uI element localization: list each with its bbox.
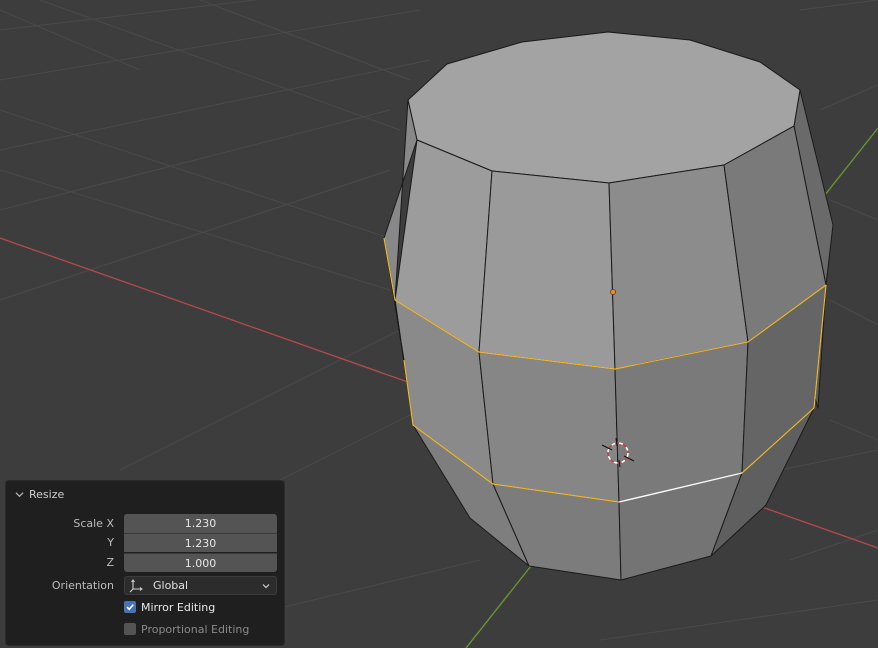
scale-z-field[interactable]: 1.000 [124, 553, 277, 572]
mirror-editing-label: Mirror Editing [141, 600, 216, 614]
scale-y-label: Y [107, 536, 114, 549]
checkbox-checked-icon[interactable] [124, 601, 136, 613]
object-origin-icon [610, 289, 616, 295]
orientation-label: Orientation [51, 579, 114, 592]
orientation-axes-icon [129, 578, 143, 592]
chevron-down-icon [262, 583, 270, 588]
orientation-dropdown[interactable]: Global [124, 576, 277, 595]
scale-x-field[interactable]: 1.230 [124, 514, 277, 533]
chevron-down-icon [15, 491, 24, 497]
scale-x-label: Scale X [73, 517, 114, 530]
panel-header[interactable]: Resize [6, 481, 284, 507]
scale-z-label: Z [106, 556, 114, 569]
scale-y-field[interactable]: 1.230 [124, 533, 277, 552]
operator-panel: Resize Scale X 1.230 Y 1.230 Z 1.000 Ori… [5, 480, 285, 646]
checkbox-unchecked-icon[interactable] [124, 623, 136, 635]
orientation-value: Global [153, 579, 189, 592]
proportional-editing-label: Proportional Editing [141, 622, 250, 636]
proportional-editing-checkbox[interactable]: Proportional Editing [124, 621, 249, 637]
mirror-editing-checkbox[interactable]: Mirror Editing [124, 599, 215, 615]
panel-title: Resize [29, 487, 65, 501]
